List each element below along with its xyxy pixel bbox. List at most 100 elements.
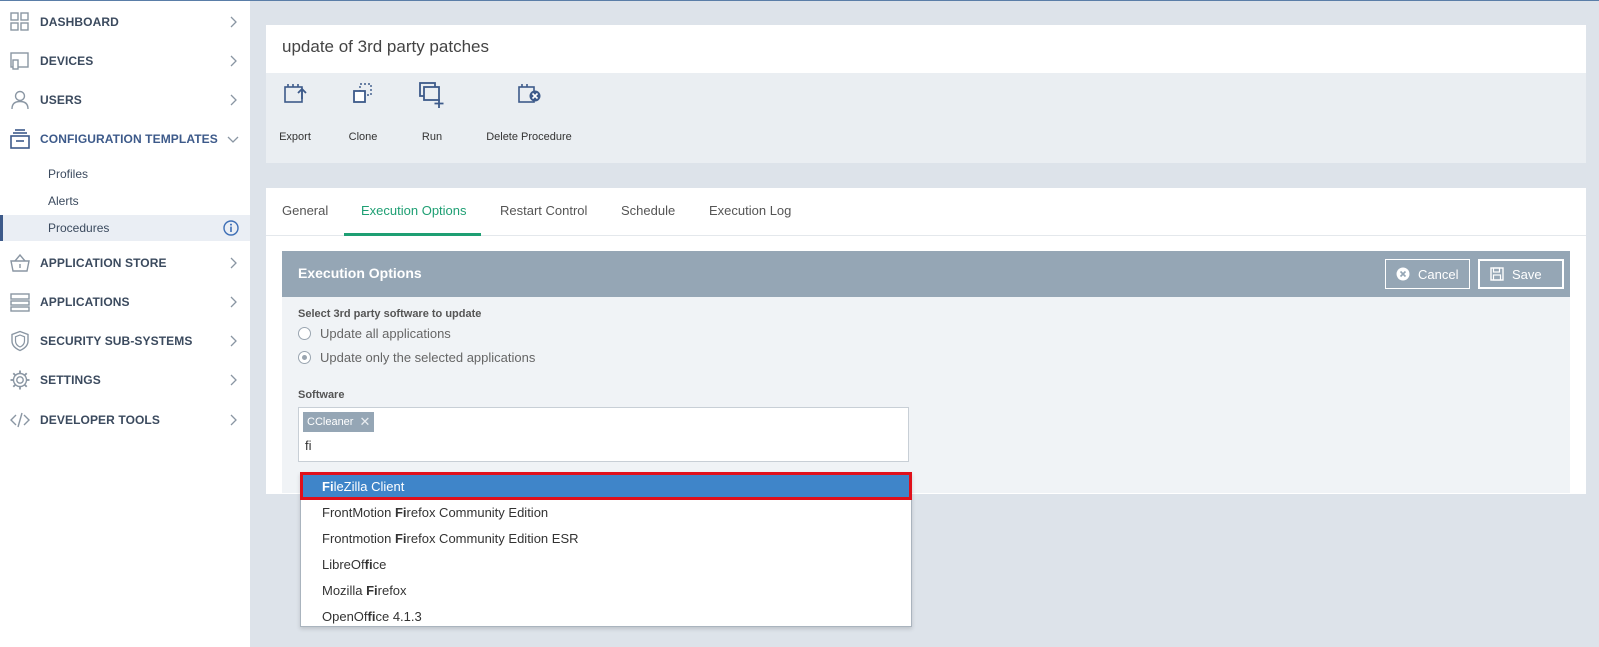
option-text: ce [372, 556, 387, 572]
suggestion-option[interactable]: Frontmotion Fi refox Community Edition ES… [301, 525, 911, 551]
shield-icon [11, 330, 29, 352]
panel-header: Execution Options Cancel Save [282, 251, 1570, 297]
info-icon[interactable] [223, 220, 239, 236]
gear-icon [10, 370, 30, 390]
sidebar-item-applications[interactable]: APPLICATIONS [0, 284, 250, 320]
suggestion-option[interactable]: OpenOf fi ce 4.1.3 [301, 603, 911, 629]
tab-bar: General Execution Options Restart Contro… [266, 188, 1586, 236]
software-multiselect[interactable]: CCleaner ✕ fi [298, 407, 909, 462]
sidebar-item-developer-tools[interactable]: DEVELOPER TOOLS [0, 402, 250, 438]
sidebar: DASHBOARD DEVICES USERS CONFIGURATION TE… [0, 1, 250, 647]
procedure-details: General Execution Options Restart Contro… [266, 188, 1586, 494]
title-bar: update of 3rd party patches [266, 25, 1586, 73]
suggestion-option[interactable]: Mozilla Fi refox [301, 577, 911, 603]
clone-label: Clone [348, 131, 378, 143]
sidebar-item-label: SECURITY SUB-SYSTEMS [40, 334, 193, 348]
option-match: fi [367, 608, 376, 624]
chevron-right-icon [230, 335, 237, 347]
templates-icon [10, 129, 30, 149]
tab-general[interactable]: General [282, 203, 328, 218]
select-software-label: Select 3rd party software to update [298, 308, 482, 320]
sidebar-subitem-label: Procedures [48, 221, 110, 235]
option-text: refox Community Edition [406, 504, 549, 520]
option-text: FrontMotion [322, 504, 395, 520]
export-label: Export [279, 131, 311, 143]
tab-execution-options[interactable]: Execution Options [361, 203, 467, 218]
radio-update-selected[interactable]: Update only the selected applications [298, 350, 535, 365]
sidebar-item-label: DEVICES [40, 54, 94, 68]
chevron-right-icon [230, 296, 237, 308]
sidebar-item-application-store[interactable]: APPLICATION STORE [0, 245, 250, 281]
sidebar-subitem-procedures[interactable]: Procedures [0, 215, 250, 241]
sidebar-item-label: CONFIGURATION TEMPLATES [40, 132, 218, 146]
clone-button[interactable]: Clone [346, 81, 380, 153]
sidebar-item-label: APPLICATION STORE [40, 256, 167, 270]
export-button[interactable]: Export [274, 81, 316, 153]
radio-button[interactable] [298, 351, 311, 364]
delete-procedure-label: Delete Procedure [486, 131, 572, 143]
radio-label: Update only the selected applications [320, 350, 536, 365]
option-text: ce 4.1.3 [375, 608, 422, 624]
cancel-icon [1396, 267, 1410, 281]
sidebar-item-configuration-templates[interactable]: CONFIGURATION TEMPLATES [0, 121, 250, 157]
radio-button[interactable] [298, 327, 311, 340]
save-label: Save [1512, 266, 1542, 282]
chip-remove-icon[interactable]: ✕ [359, 414, 370, 430]
sidebar-subitem-alerts[interactable]: Alerts [0, 188, 250, 214]
chevron-right-icon [230, 55, 237, 67]
code-icon [10, 412, 30, 428]
sidebar-item-label: APPLICATIONS [40, 295, 130, 309]
run-label: Run [421, 131, 443, 143]
applications-icon [10, 293, 30, 312]
chevron-down-icon [227, 136, 239, 143]
suggestion-option[interactable]: Fi leZilla Client [300, 472, 912, 500]
option-match: fi [364, 556, 373, 572]
sidebar-item-security-sub-systems[interactable]: SECURITY SUB-SYSTEMS [0, 323, 250, 359]
option-match: Fi [394, 504, 407, 520]
sidebar-item-settings[interactable]: SETTINGS [0, 362, 250, 398]
tab-execution-log[interactable]: Execution Log [709, 203, 791, 218]
save-icon [1490, 267, 1504, 281]
delete-procedure-button[interactable]: Delete Procedure [484, 81, 574, 153]
suggestion-option[interactable]: FrontMotion Fi refox Community Edition [301, 499, 911, 525]
tab-schedule[interactable]: Schedule [621, 203, 675, 218]
cancel-button[interactable]: Cancel [1385, 259, 1470, 289]
dashboard-grid-icon [10, 12, 29, 31]
radio-update-all[interactable]: Update all applications [298, 326, 451, 341]
software-suggestions-dropdown: Fi leZilla Client FrontMotion Fi refox Com… [300, 472, 912, 627]
panel-title: Execution Options [298, 265, 422, 281]
run-icon [419, 82, 444, 108]
clone-icon [353, 83, 372, 103]
chevron-right-icon [230, 374, 237, 386]
option-text: OpenOf [322, 608, 368, 624]
sidebar-item-dashboard[interactable]: DASHBOARD [0, 4, 250, 40]
sidebar-subitem-profiles[interactable]: Profiles [0, 161, 250, 187]
execution-options-panel: Execution Options Cancel Save Select 3rd… [282, 251, 1570, 493]
option-match: Fi [322, 478, 334, 494]
sidebar-item-users[interactable]: USERS [0, 82, 250, 118]
sidebar-item-devices[interactable]: DEVICES [0, 43, 250, 79]
sidebar-item-label: DEVELOPER TOOLS [40, 413, 160, 427]
run-button[interactable]: Run [418, 81, 446, 153]
sidebar-item-label: USERS [40, 93, 82, 107]
delete-procedure-icon [518, 84, 541, 103]
tab-content: Execution Options Cancel Save Select 3rd… [266, 236, 1586, 494]
software-label: Software [298, 389, 345, 401]
save-button[interactable]: Save [1478, 259, 1564, 289]
chevron-right-icon [230, 414, 237, 426]
software-search-input[interactable]: fi [305, 438, 312, 453]
sidebar-subitem-label: Alerts [48, 194, 79, 208]
export-icon [284, 84, 307, 103]
tab-restart-control[interactable]: Restart Control [500, 203, 587, 218]
option-text: leZilla Client [333, 478, 405, 494]
chevron-right-icon [230, 16, 237, 28]
cancel-label: Cancel [1418, 266, 1459, 282]
chip-label: CCleaner [307, 416, 354, 428]
option-text: Frontmotion [322, 530, 395, 546]
option-text: refox [377, 582, 407, 598]
radio-label: Update all applications [320, 326, 451, 341]
chevron-right-icon [230, 257, 237, 269]
suggestion-option[interactable]: LibreOf fi ce [301, 551, 911, 577]
user-icon [11, 90, 29, 110]
page-title: update of 3rd party patches [282, 37, 489, 56]
